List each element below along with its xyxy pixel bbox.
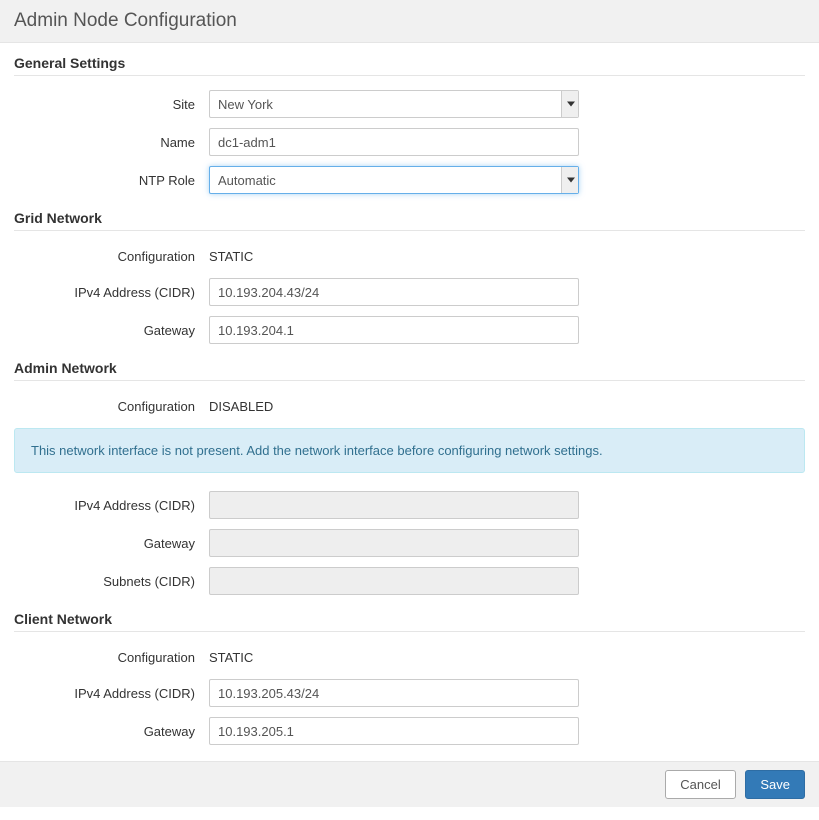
section-title-admin: Admin Network <box>14 360 805 376</box>
row-client-ipv4: IPv4 Address (CIDR) <box>14 679 805 707</box>
admin-ipv4-input <box>209 491 579 519</box>
label-site: Site <box>14 97 209 112</box>
row-ntp: NTP Role <box>14 166 805 194</box>
row-admin-config: Configuration DISABLED <box>14 395 805 418</box>
row-name: Name <box>14 128 805 156</box>
section-title-general: General Settings <box>14 55 805 71</box>
row-grid-ipv4: IPv4 Address (CIDR) <box>14 278 805 306</box>
row-admin-subnets: Subnets (CIDR) <box>14 567 805 595</box>
page-footer: Cancel Save <box>0 761 819 807</box>
row-grid-gateway: Gateway <box>14 316 805 344</box>
section-title-grid: Grid Network <box>14 210 805 226</box>
label-admin-gateway: Gateway <box>14 536 209 551</box>
row-client-gateway: Gateway <box>14 717 805 745</box>
label-client-gateway: Gateway <box>14 724 209 739</box>
client-config-value: STATIC <box>209 646 253 669</box>
admin-subnets-input <box>209 567 579 595</box>
grid-gateway-input[interactable] <box>209 316 579 344</box>
label-admin-config: Configuration <box>14 399 209 414</box>
row-client-config: Configuration STATIC <box>14 646 805 669</box>
section-divider <box>14 75 805 76</box>
label-client-ipv4: IPv4 Address (CIDR) <box>14 686 209 701</box>
label-grid-ipv4: IPv4 Address (CIDR) <box>14 285 209 300</box>
section-divider <box>14 230 805 231</box>
cancel-button[interactable]: Cancel <box>665 770 735 799</box>
client-ipv4-input[interactable] <box>209 679 579 707</box>
label-grid-config: Configuration <box>14 249 209 264</box>
name-input[interactable] <box>209 128 579 156</box>
admin-network-alert: This network interface is not present. A… <box>14 428 805 473</box>
page-content: General Settings Site Name NTP Role Grid… <box>0 43 819 745</box>
page-header: Admin Node Configuration <box>0 0 819 43</box>
page-title: Admin Node Configuration <box>14 10 805 32</box>
row-site: Site <box>14 90 805 118</box>
ntp-role-select[interactable] <box>209 166 579 194</box>
admin-config-value: DISABLED <box>209 395 273 418</box>
label-admin-subnets: Subnets (CIDR) <box>14 574 209 589</box>
label-admin-ipv4: IPv4 Address (CIDR) <box>14 498 209 513</box>
row-grid-config: Configuration STATIC <box>14 245 805 268</box>
admin-gateway-input <box>209 529 579 557</box>
row-admin-ipv4: IPv4 Address (CIDR) <box>14 491 805 519</box>
save-button[interactable]: Save <box>745 770 805 799</box>
label-client-config: Configuration <box>14 650 209 665</box>
section-divider <box>14 631 805 632</box>
row-admin-gateway: Gateway <box>14 529 805 557</box>
client-gateway-input[interactable] <box>209 717 579 745</box>
label-name: Name <box>14 135 209 150</box>
label-ntp: NTP Role <box>14 173 209 188</box>
site-select[interactable] <box>209 90 579 118</box>
label-grid-gateway: Gateway <box>14 323 209 338</box>
grid-config-value: STATIC <box>209 245 253 268</box>
section-title-client: Client Network <box>14 611 805 627</box>
grid-ipv4-input[interactable] <box>209 278 579 306</box>
section-divider <box>14 380 805 381</box>
